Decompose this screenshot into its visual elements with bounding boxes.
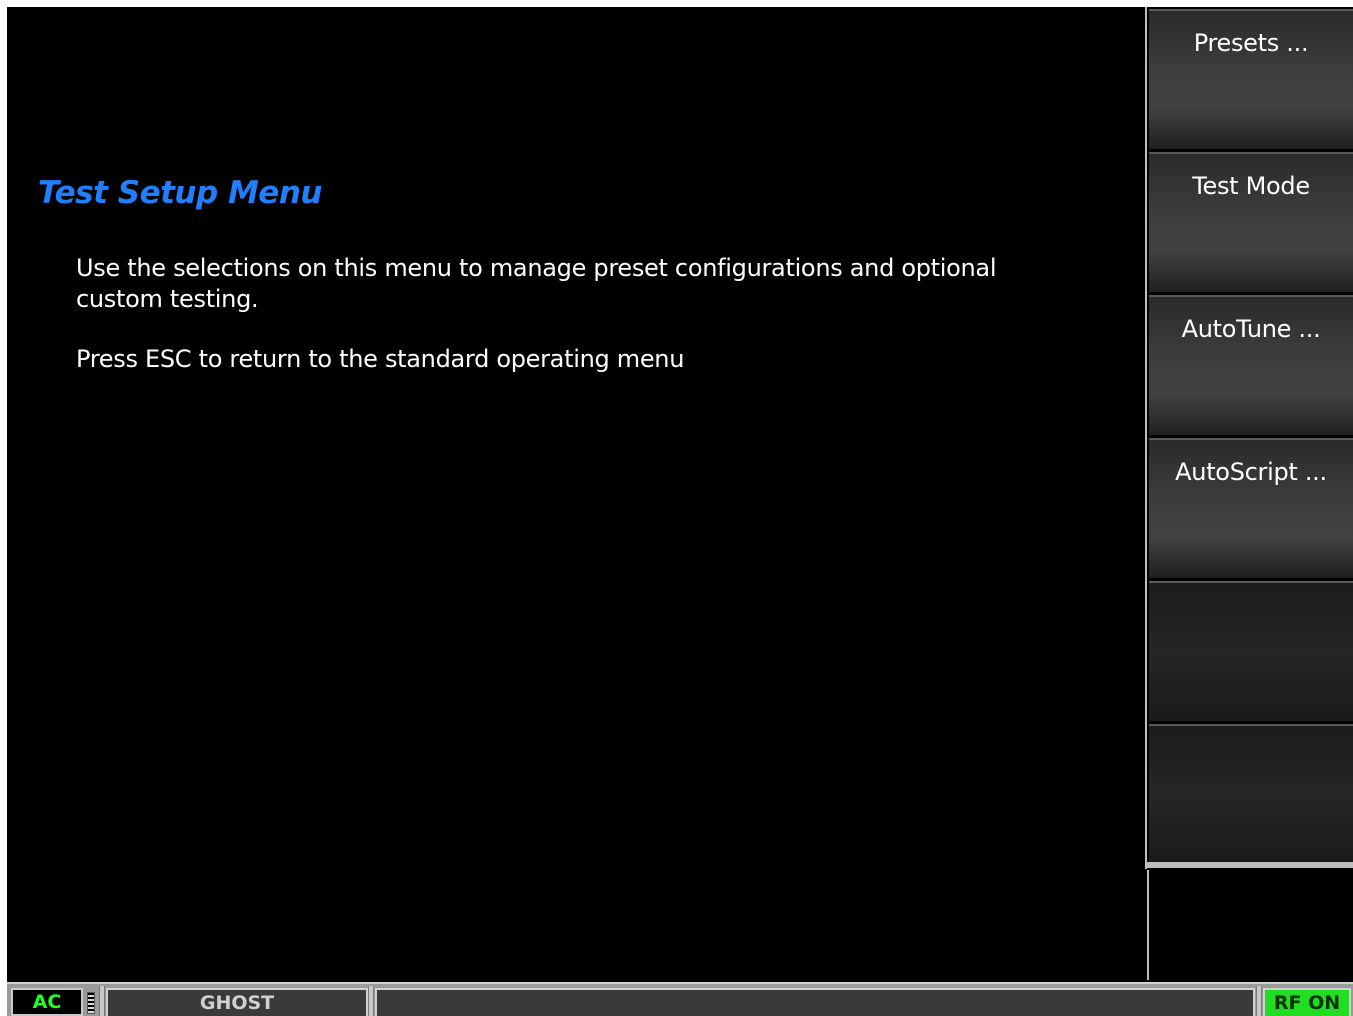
page-title: Test Setup Menu [38,175,322,211]
info-box [1147,870,1353,980]
status-divider [368,986,374,1016]
rf-status-indicator: RF ON [1263,988,1351,1016]
softkey-6[interactable] [1149,724,1353,864]
menu-description: Use the selections on this menu to manag… [76,254,997,313]
softkey-autotune[interactable]: AutoTune ... [1149,295,1353,435]
status-divider [99,986,105,1016]
softkey-presets[interactable]: Presets ... [1149,9,1353,149]
escape-hint: Press ESC to return to the standard oper… [76,345,685,373]
message-field [375,988,1255,1016]
main-display: Test Setup Menu Use the selections on th… [7,7,1145,982]
status-bar: AC GHOST RF ON [7,982,1353,1016]
softkey-5[interactable] [1149,581,1353,721]
softkey-autoscript[interactable]: AutoScript ... [1149,438,1353,578]
battery-level-icon [87,992,95,1014]
softkey-divider [1145,862,1353,868]
mode-field: GHOST [106,988,368,1016]
status-divider [1256,986,1262,1016]
softkey-test-mode[interactable]: Test Mode [1149,152,1353,292]
power-source-indicator: AC [11,988,83,1016]
instrument-screen: Test Setup Menu Use the selections on th… [7,7,1353,1016]
